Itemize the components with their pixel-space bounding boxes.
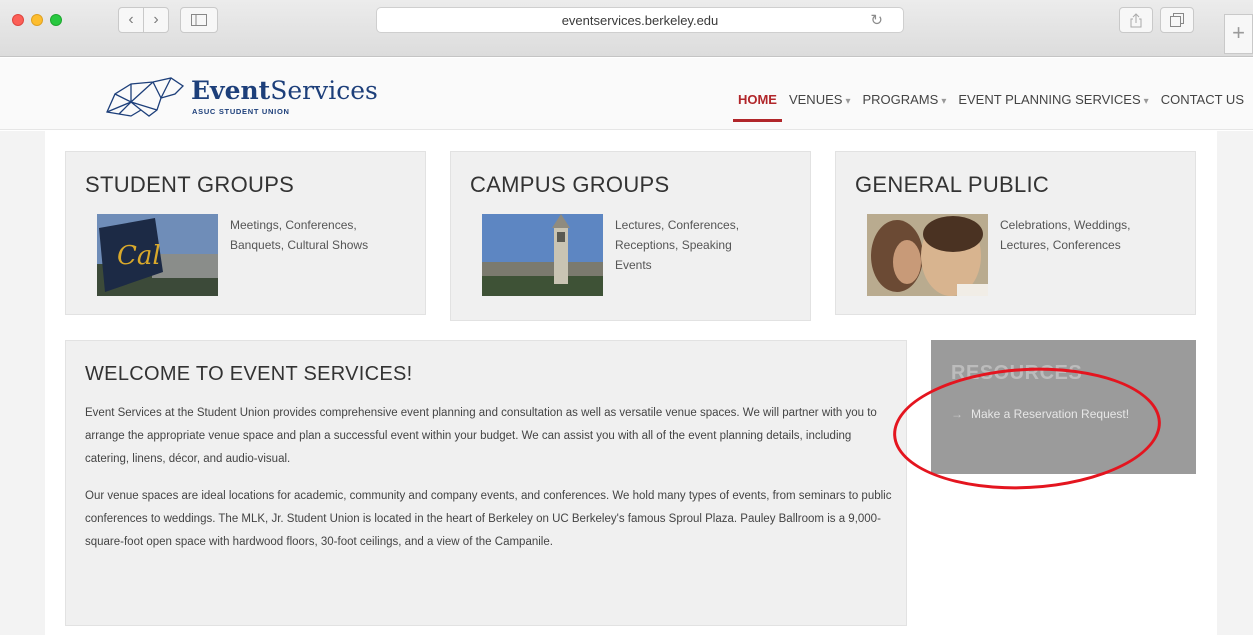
tabs-icon [1170,13,1184,27]
logo-word-light: Services [270,76,378,105]
nav-label: CONTACT US [1160,92,1244,107]
forward-icon: › [153,11,159,28]
card-text: Celebrations, Weddings, Lectures, Confer… [1000,218,1131,252]
chevron-down-icon: ▾ [941,96,947,107]
nav-item-event-planning-services[interactable]: EVENT PLANNING SERVICES ▾ [958,92,1148,107]
nav-label: VENUES [788,92,843,107]
minimize-window-button[interactable] [31,14,43,26]
nav-item-venues[interactable]: VENUES ▾ [789,92,851,107]
reservation-request-link[interactable]: → Make a Reservation Request! [951,404,1151,425]
logo-word-bold: Event [191,76,271,105]
card-student-groups[interactable]: STUDENT GROUPS Cal Meetings, Conferences… [65,151,426,315]
zoom-window-button[interactable] [50,14,62,26]
share-icon [1130,13,1142,28]
address-bar[interactable]: eventservices.berkeley.edu ↻ [376,7,904,33]
wedding-couple-image [867,214,988,296]
resources-title: RESOURCES [951,362,1083,384]
card-title: CAMPUS GROUPS [470,172,670,197]
card-text: Lectures, Conferences, Receptions, Speak… [615,218,740,272]
chevron-down-icon: ▾ [1143,96,1149,107]
sidebar-icon [191,14,207,26]
campanile-image [482,214,603,296]
event-services-logo[interactable]: EventServices ASUC STUDENT UNION [101,72,386,122]
card-general-public[interactable]: GENERAL PUBLIC Celebrations, Weddings, L… [835,151,1196,315]
sidebar-button[interactable] [180,7,218,33]
welcome-title: WELCOME TO EVENT SERVICES! [85,363,413,385]
logo-wordmark: EventServices [191,76,378,105]
nav-label: EVENT PLANNING SERVICES [958,92,1141,107]
cal-flag-image: Cal [97,214,218,296]
forward-button[interactable]: › [143,7,169,33]
share-button[interactable] [1119,7,1153,33]
browser-toolbar: ‹ › eventservices.berkeley.edu ↻ + [0,0,1253,57]
back-button[interactable]: ‹ [118,7,144,33]
page-gutter-left [0,131,45,635]
reload-icon[interactable]: ↻ [870,11,883,29]
welcome-panel: WELCOME TO EVENT SERVICES! Event Service… [65,340,907,626]
site-header: EventServices ASUC STUDENT UNION HOME VE… [0,58,1253,130]
card-title: GENERAL PUBLIC [855,172,1050,197]
cal-flag-photo[interactable]: Cal [97,214,218,296]
arrow-right-icon: → [951,407,963,421]
reservation-request-label: Make a Reservation Request! [971,407,1130,421]
nav-label: HOME [737,92,777,107]
chevron-down-icon: ▾ [845,96,851,107]
new-tab-button[interactable]: + [1224,14,1253,54]
url-text: eventservices.berkeley.edu [561,13,719,28]
nav-item-home[interactable]: HOME [732,92,782,122]
campanile-photo[interactable] [482,214,603,296]
resources-panel: RESOURCES → Make a Reservation Request! [931,340,1196,474]
svg-text:Cal: Cal [117,241,161,271]
page-gutter-right [1217,131,1253,635]
welcome-paragraph-2: Our venue spaces are ideal locations for… [85,490,892,548]
wedding-couple-photo[interactable] [867,214,988,296]
logo-subtitle: ASUC STUDENT UNION [192,107,290,116]
card-title: STUDENT GROUPS [85,172,295,197]
card-text: Meetings, Conferences, Banquets, Cultura… [230,218,369,252]
card-campus-groups[interactable]: CAMPUS GROUPS Lectures, Conferences, Rec… [450,151,811,321]
new-tab-icon: + [1232,20,1245,45]
show-tabs-button[interactable] [1160,7,1194,33]
welcome-paragraph-1: Event Services at the Student Union prov… [85,407,877,465]
close-window-button[interactable] [12,14,24,26]
nav-item-programs[interactable]: PROGRAMS ▾ [862,92,946,107]
nav-item-contact-us[interactable]: CONTACT US [1161,92,1244,107]
back-icon: ‹ [128,11,134,28]
bear-icon [106,77,185,117]
main-nav: HOME VENUES ▾ PROGRAMS ▾ EVENT PLANNING SE… [726,92,1244,122]
nav-label: PROGRAMS [862,92,939,107]
